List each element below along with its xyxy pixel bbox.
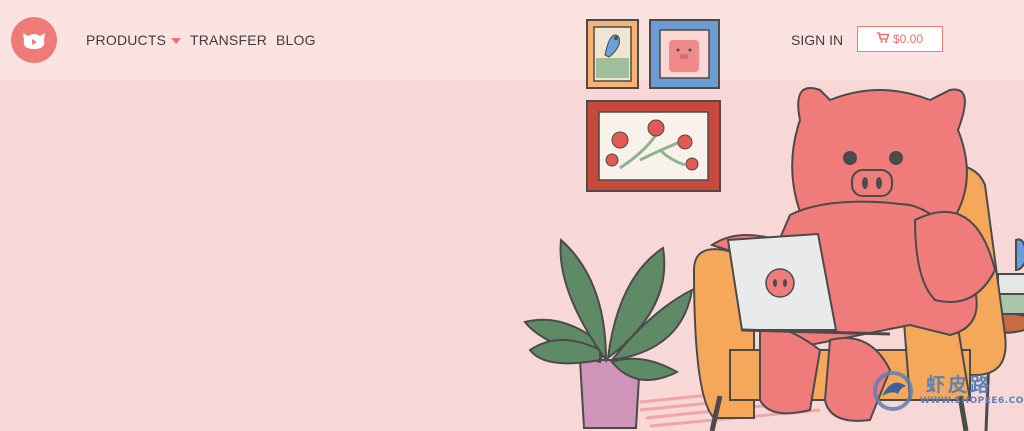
caret-down-icon: [171, 37, 182, 44]
watermark-text: 虾皮路: [926, 374, 993, 396]
pig-face: [843, 151, 903, 197]
cart-button[interactable]: $0.00: [857, 26, 943, 52]
watermark-url: WWW.SHOPEE6.COM: [920, 396, 1024, 406]
shopping-cart-icon: [876, 32, 893, 46]
pig-logo-icon[interactable]: [11, 17, 57, 63]
nav-blog-label: BLOG: [276, 32, 316, 48]
cart-total: $0.00: [892, 32, 924, 46]
sign-in-link[interactable]: SIGN IN: [791, 0, 843, 80]
nav-products-label: PRODUCTS: [86, 32, 167, 48]
laptop: [726, 232, 891, 336]
dragon-logo-icon: [873, 371, 913, 411]
potted-plant: [523, 237, 694, 429]
nav-products[interactable]: PRODUCTS: [86, 0, 182, 80]
watermark: 虾皮路 WWW.SHOPEE6.COM: [868, 366, 1024, 416]
nav-blog[interactable]: BLOG: [276, 0, 316, 80]
nav-transfer-label: TRANSFER: [190, 32, 268, 48]
rug: [639, 388, 821, 428]
flower-painting: [586, 100, 721, 192]
sign-in-label: SIGN IN: [791, 32, 844, 48]
nav-transfer[interactable]: TRANSFER: [190, 0, 267, 80]
